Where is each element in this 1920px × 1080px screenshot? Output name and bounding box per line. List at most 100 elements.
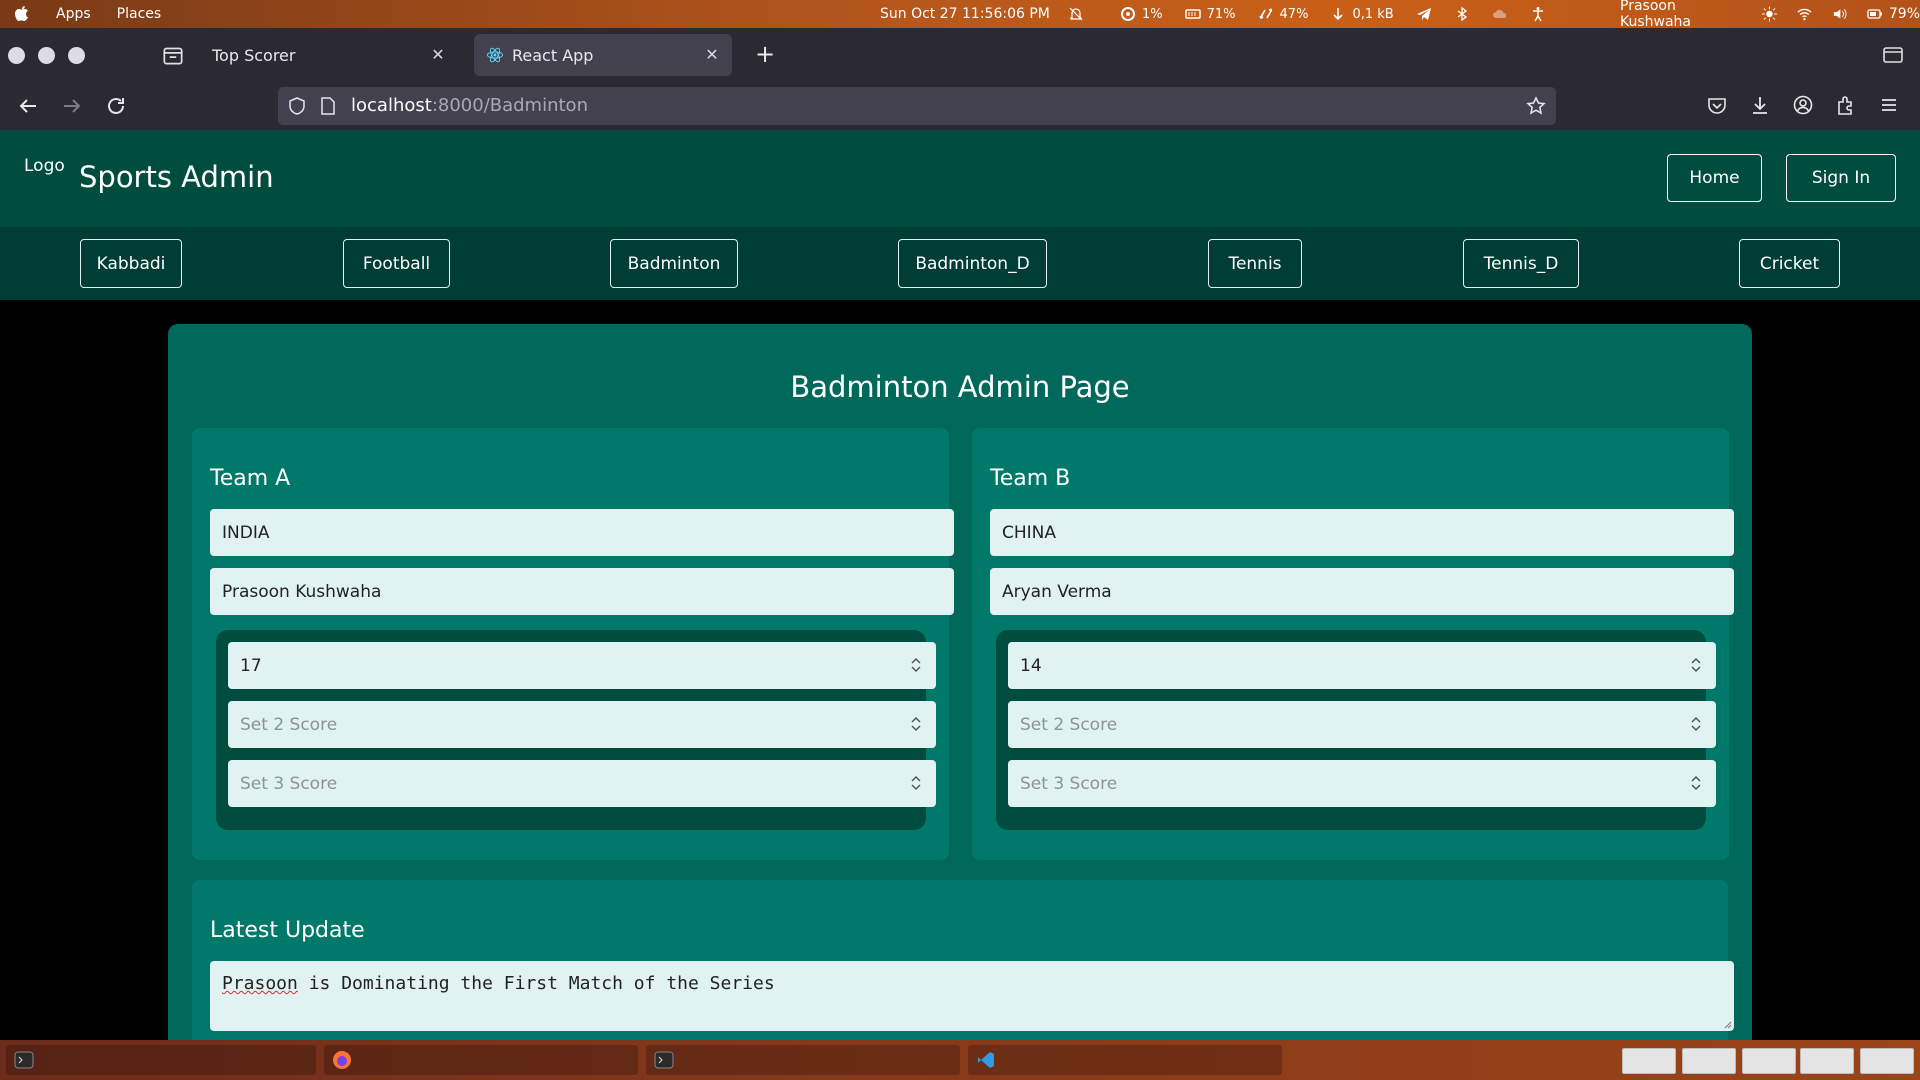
- tab-close-icon[interactable]: ✕: [702, 45, 722, 65]
- page-info-icon[interactable]: [320, 97, 336, 115]
- set3-placeholder: Set 3 Score: [1020, 773, 1118, 794]
- cloud-icon[interactable]: [1492, 6, 1508, 22]
- browser-tab-bar: Top Scorer ✕ React App ✕ +: [0, 28, 1920, 82]
- sport-badminton-button[interactable]: Badminton: [610, 239, 738, 288]
- sign-in-button[interactable]: Sign In: [1786, 154, 1896, 202]
- url-port: :8000: [431, 95, 484, 116]
- os-taskbar: [0, 1040, 1920, 1080]
- extensions-icon[interactable]: [1835, 94, 1857, 116]
- wifi-icon[interactable]: [1797, 6, 1812, 22]
- team-b-set3-input[interactable]: Set 3 Score: [1008, 760, 1716, 807]
- team-a-set3-input[interactable]: Set 3 Score: [228, 760, 936, 807]
- volume-icon[interactable]: [1832, 6, 1847, 22]
- window-controls: [0, 46, 85, 64]
- menu-hamburger-icon[interactable]: [1878, 94, 1900, 116]
- admin-card: Badminton Admin Page Team A 17 Set 2 Sco…: [168, 324, 1752, 1080]
- bluetooth-icon[interactable]: [1454, 6, 1470, 22]
- tab-title: Top Scorer: [212, 45, 296, 65]
- sport-football-button[interactable]: Football: [343, 239, 450, 288]
- url-text[interactable]: localhost:8000/Badminton: [351, 95, 588, 116]
- list-all-tabs-icon[interactable]: [1882, 44, 1904, 66]
- sport-tennis-d-button[interactable]: Tennis_D: [1463, 239, 1579, 288]
- spinner-icon[interactable]: [910, 773, 922, 793]
- team-a-player-input[interactable]: [210, 568, 954, 615]
- firefox-view-icon[interactable]: [160, 42, 186, 68]
- swap-value: 47%: [1279, 6, 1309, 22]
- bookmark-star-icon[interactable]: [1526, 96, 1546, 116]
- menu-apps[interactable]: Apps: [56, 6, 91, 22]
- taskbar-terminal-window-2[interactable]: [646, 1045, 960, 1075]
- tab-top-scorer[interactable]: Top Scorer ✕: [200, 34, 458, 76]
- new-tab-button[interactable]: +: [752, 42, 778, 68]
- window-minimize-button[interactable]: [38, 46, 55, 64]
- tab-react-app[interactable]: React App ✕: [474, 34, 732, 76]
- firefox-icon: [333, 1051, 351, 1069]
- team-b-set2-input[interactable]: Set 2 Score: [1008, 701, 1716, 748]
- downloads-icon[interactable]: [1749, 94, 1771, 116]
- notifications-off-icon[interactable]: [1068, 6, 1084, 22]
- taskbar-vscode-window[interactable]: [968, 1045, 1282, 1075]
- spinner-icon[interactable]: [1690, 773, 1702, 793]
- menu-places[interactable]: Places: [117, 6, 162, 22]
- workspace-3[interactable]: [1742, 1048, 1796, 1074]
- taskbar-firefox-window[interactable]: [324, 1045, 638, 1075]
- latest-update-textarea[interactable]: Prasoon is Dominating the First Match of…: [210, 961, 1734, 1031]
- battery-indicator[interactable]: 79%: [1867, 6, 1920, 22]
- team-b-card: Team B 14 Set 2 Score Set 3 Score: [972, 428, 1734, 860]
- spinner-icon[interactable]: [1690, 714, 1702, 734]
- sport-kabbadi-button[interactable]: Kabbadi: [80, 239, 182, 288]
- forward-arrow-icon[interactable]: [60, 94, 84, 118]
- team-b-set1-input[interactable]: 14: [1008, 642, 1716, 689]
- clock[interactable]: Sun Oct 27 11:56:06 PM: [880, 6, 1050, 22]
- shield-icon[interactable]: [288, 97, 306, 115]
- apple-icon[interactable]: [14, 5, 30, 23]
- team-a-country-input[interactable]: [210, 509, 954, 556]
- page-title: Badminton Admin Page: [790, 370, 1130, 404]
- brand-title: Sports Admin: [79, 160, 274, 194]
- pocket-icon[interactable]: [1706, 94, 1728, 116]
- taskbar-terminal-window[interactable]: [6, 1045, 316, 1075]
- home-button[interactable]: Home: [1667, 154, 1762, 202]
- swap-indicator[interactable]: 47%: [1258, 6, 1309, 22]
- spinner-icon[interactable]: [910, 655, 922, 675]
- team-a-card: Team A 17 Set 2 Score Set 3 Score: [192, 428, 954, 860]
- memory-value: 71%: [1206, 6, 1236, 22]
- team-a-set2-input[interactable]: Set 2 Score: [228, 701, 936, 748]
- accessibility-icon[interactable]: [1530, 6, 1546, 22]
- workspace-5[interactable]: [1860, 1048, 1914, 1074]
- reload-icon[interactable]: [104, 94, 128, 118]
- workspace-2[interactable]: [1682, 1048, 1736, 1074]
- cpu-indicator[interactable]: 1%: [1120, 6, 1163, 22]
- window-close-button[interactable]: [8, 46, 25, 64]
- team-b-country-input[interactable]: [990, 509, 1734, 556]
- user-name[interactable]: Prasoon Kushwaha: [1620, 0, 1742, 30]
- workspace-4[interactable]: [1800, 1048, 1854, 1074]
- back-arrow-icon[interactable]: [16, 94, 40, 118]
- url-bar[interactable]: localhost:8000/Badminton: [278, 87, 1556, 125]
- react-icon: [486, 47, 504, 63]
- update-text: is Dominating the First Match of the Ser…: [297, 973, 775, 994]
- sport-badminton-d-button[interactable]: Badminton_D: [898, 239, 1047, 288]
- workspace-1[interactable]: [1622, 1048, 1676, 1074]
- set1-value: 14: [1020, 655, 1042, 676]
- telegram-icon[interactable]: [1416, 6, 1432, 22]
- memory-indicator[interactable]: 71%: [1184, 6, 1236, 22]
- terminal-icon: [654, 1051, 674, 1069]
- resize-handle-icon[interactable]: [1722, 1019, 1732, 1029]
- set2-placeholder: Set 2 Score: [240, 714, 338, 735]
- logo[interactable]: Logo: [24, 156, 65, 176]
- brightness-icon[interactable]: [1762, 6, 1778, 22]
- spinner-icon[interactable]: [1690, 655, 1702, 675]
- account-icon[interactable]: [1792, 94, 1814, 116]
- team-a-set1-input[interactable]: 17: [228, 642, 936, 689]
- sport-cricket-button[interactable]: Cricket: [1739, 239, 1840, 288]
- team-b-player-input[interactable]: [990, 568, 1734, 615]
- swap-icon: [1258, 8, 1272, 20]
- tab-close-icon[interactable]: ✕: [428, 45, 448, 65]
- team-b-score-box: 14 Set 2 Score Set 3 Score: [996, 630, 1716, 830]
- window-maximize-button[interactable]: [68, 46, 85, 64]
- network-speed-indicator[interactable]: 0,1 kB: [1330, 6, 1394, 22]
- spinner-icon[interactable]: [910, 714, 922, 734]
- sport-tennis-button[interactable]: Tennis: [1208, 239, 1302, 288]
- memory-icon: [1184, 9, 1201, 19]
